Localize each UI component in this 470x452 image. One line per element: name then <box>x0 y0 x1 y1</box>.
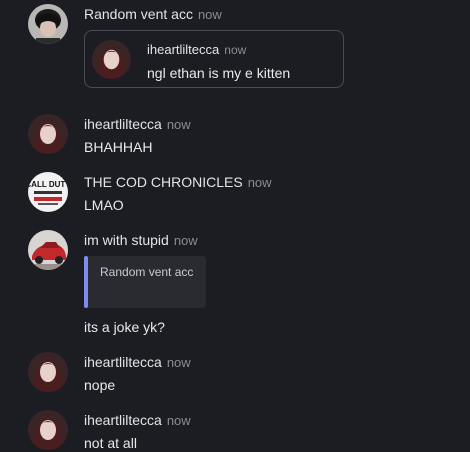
message-text: nope <box>84 377 116 393</box>
timestamp: now <box>166 413 191 428</box>
author-name[interactable]: iheartliltecca <box>84 412 162 428</box>
quoted-post[interactable]: iheartliltecca now ngl ethan is my e kitt… <box>84 30 344 88</box>
message-text: its a joke yk? <box>84 319 165 335</box>
author-name[interactable]: Random vent acc <box>84 6 193 22</box>
message-header: im with stupid now <box>84 232 198 249</box>
timestamp: now <box>166 355 191 370</box>
reply-preview-author: Random vent acc <box>100 265 194 279</box>
reply-accent-bar <box>84 256 88 308</box>
portrait-avatar-icon[interactable] <box>28 352 68 392</box>
dark-hair-avatar-icon[interactable] <box>28 4 68 44</box>
portrait-avatar-icon <box>92 40 131 79</box>
quoted-author-name: iheartliltecca <box>147 42 220 57</box>
reply-preview[interactable]: Random vent acc <box>84 256 206 308</box>
timestamp: now <box>197 7 222 22</box>
timestamp: now <box>173 233 198 248</box>
timestamp: now <box>166 117 191 132</box>
author-name[interactable]: THE COD CHRONICLES <box>84 174 243 190</box>
quoted-timestamp: now <box>224 43 247 57</box>
quoted-text: ngl ethan is my e kitten <box>147 65 291 81</box>
portrait-avatar-icon[interactable] <box>28 410 68 450</box>
message-text: LMAO <box>84 197 124 213</box>
message-header: iheartliltecca now <box>84 116 191 133</box>
message-header: iheartliltecca now <box>84 354 191 371</box>
message-text: not at all <box>84 435 137 451</box>
timestamp: now <box>247 175 272 190</box>
avatar-logo-text: CALL DUTY <box>28 180 68 189</box>
message-header: THE COD CHRONICLES now <box>84 174 272 191</box>
cod-logo-avatar-icon[interactable]: CALL DUTY <box>28 172 68 212</box>
author-name[interactable]: iheartliltecca <box>84 116 162 132</box>
message-text: BHAHHAH <box>84 139 153 155</box>
message-header: Random vent acc now <box>84 6 222 23</box>
quoted-header: iheartliltecca now <box>147 42 246 57</box>
message-feed: Random vent acc now iheartliltecca now ngl… <box>0 0 470 452</box>
author-name[interactable]: iheartliltecca <box>84 354 162 370</box>
red-car-avatar-icon[interactable] <box>28 230 68 270</box>
author-name[interactable]: im with stupid <box>84 232 169 248</box>
message-header: iheartliltecca now <box>84 412 191 429</box>
portrait-avatar-icon[interactable] <box>28 114 68 154</box>
message-item: Random vent acc now iheartliltecca now ngl… <box>0 0 470 100</box>
